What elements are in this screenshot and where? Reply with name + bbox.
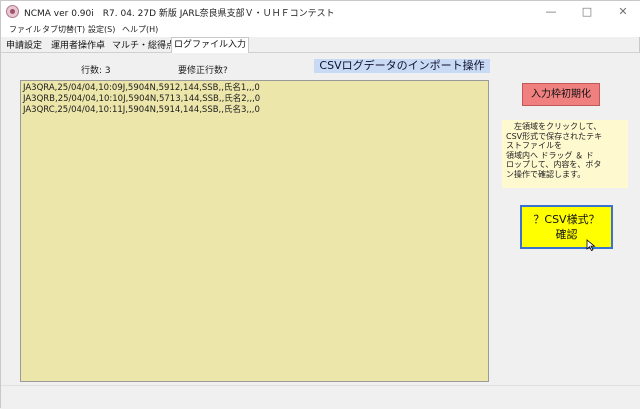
csv-line: JA3QRB,25/04/04,10:10J,5904N,5713,144,SS… [23, 94, 261, 104]
tab-bar: 申請設定 運用者操作卓 マルチ・総得点 ログファイル入力 [1, 37, 640, 53]
instruction-line: ロップして、内容を、ボタ [506, 160, 602, 169]
instruction-line: 領域内へ ドラッグ ＆ ド [506, 150, 594, 160]
fix-rows-label: 要修正行数? [178, 66, 228, 76]
reset-input-button[interactable]: 入力枠初期化 [522, 83, 600, 106]
app-window: NCMA ver 0.90i R7. 04. 27D 新版 JARL奈良県支部Ｖ… [0, 0, 640, 409]
minimize-icon[interactable]: — [533, 1, 569, 23]
mouse-pointer-icon [586, 239, 596, 251]
csv-drop-area[interactable]: JA3QRA,25/04/04,10:09J,5904N,5912,144,SS… [20, 80, 489, 382]
maximize-icon[interactable]: □ [569, 1, 605, 23]
tab-log-file-input[interactable]: ログファイル入力 [171, 37, 250, 53]
instruction-line: 左領域をクリックして、 [506, 122, 602, 131]
menu-tab-switch[interactable]: タブ切替(T) [42, 24, 85, 35]
menu-bar: ファイル タブ切替(T) 設定(S) ヘルプ(H) [1, 23, 640, 37]
status-bar [1, 385, 640, 409]
log-import-panel: 行数: 3 要修正行数? CSVログデータのインポート操作 JA3QRA,25/… [1, 53, 640, 385]
csv-line: JA3QRC,25/04/04,10:11J,5904N,5914,144,SS… [23, 105, 260, 115]
csv-button-line2: 確認 [555, 228, 578, 241]
row-count-label: 行数: 3 [81, 66, 111, 76]
csv-line: JA3QRA,25/04/04,10:09J,5904N,5912,144,SS… [23, 83, 260, 93]
csv-format-check-button[interactable]: ？CSV様式？ 確認 [520, 205, 613, 249]
import-title: CSVログデータのインポート操作 [314, 59, 490, 73]
instruction-line: ン操作で確認します。 [506, 169, 586, 179]
tab-application-settings[interactable]: 申請設定 [3, 38, 45, 53]
close-icon[interactable]: ✕ [605, 1, 640, 23]
menu-file[interactable]: ファイル [9, 24, 41, 35]
menu-settings[interactable]: 設定(S) [88, 24, 115, 35]
tab-operator-console[interactable]: 運用者操作卓 [48, 38, 108, 53]
menu-help[interactable]: ヘルプ(H) [122, 24, 158, 35]
instruction-note: 左領域をクリックして、 CSV形式で保存されたテキ ストファイルを 領域内へ ド… [502, 120, 628, 188]
title-bar: NCMA ver 0.90i R7. 04. 27D 新版 JARL奈良県支部Ｖ… [1, 1, 640, 23]
tab-multi-total-score[interactable]: マルチ・総得点 [109, 38, 178, 53]
window-title: NCMA ver 0.90i R7. 04. 27D 新版 JARL奈良県支部Ｖ… [24, 9, 335, 19]
instruction-line: CSV形式で保存されたテキ [506, 131, 603, 141]
instruction-line: ストファイルを [506, 141, 562, 150]
csv-button-line1: ？CSV様式？ [533, 213, 600, 226]
app-logo-icon [6, 5, 19, 18]
